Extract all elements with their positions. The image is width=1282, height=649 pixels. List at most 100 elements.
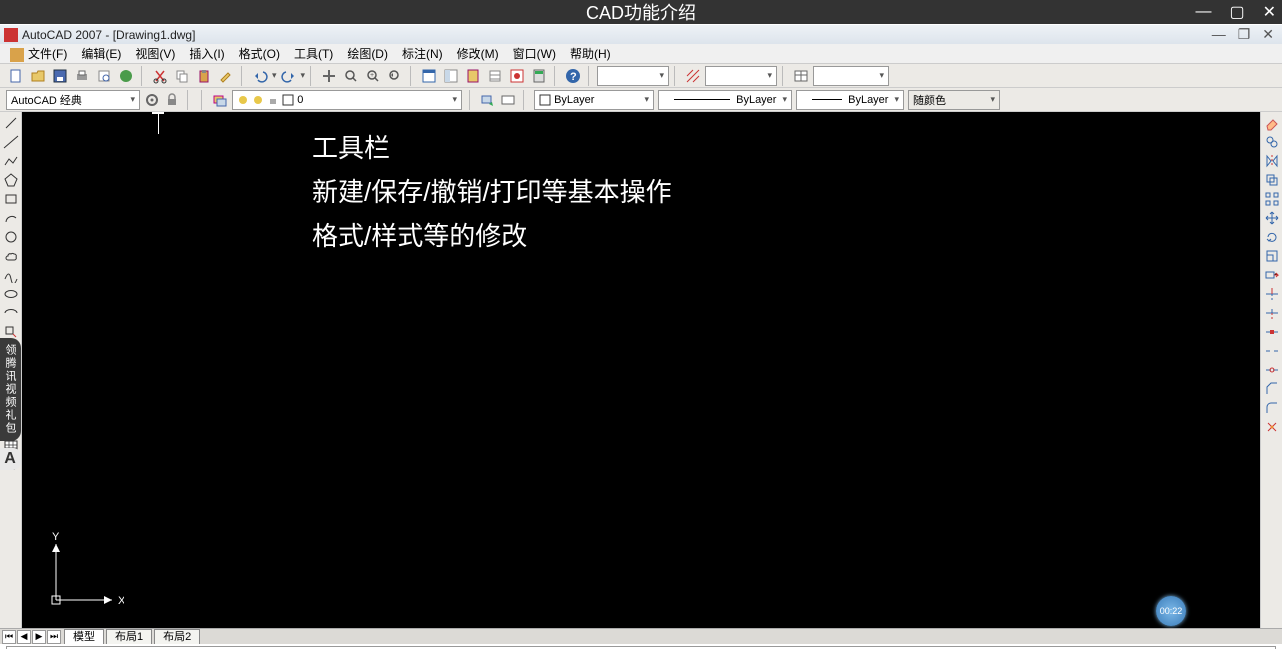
save-button[interactable] — [50, 66, 70, 86]
tab-nav-last[interactable]: ⏭ — [47, 630, 61, 644]
workspace-dropdown[interactable]: AutoCAD 经典 ▾ — [6, 90, 140, 110]
break-tool[interactable] — [1263, 342, 1281, 360]
menu-edit[interactable]: 编辑(E) — [75, 44, 127, 63]
menu-tools[interactable]: 工具(T) — [288, 44, 339, 63]
tab-nav-next[interactable]: ▶ — [32, 630, 46, 644]
tab-layout2[interactable]: 布局2 — [154, 629, 200, 644]
doc-restore-button[interactable]: ❐ — [1238, 26, 1251, 43]
style-dropdown-3[interactable]: ▾ — [813, 66, 889, 86]
revision-cloud-tool[interactable] — [2, 247, 20, 265]
lineweight-value: ByLayer — [848, 94, 888, 106]
publish-button[interactable] — [116, 66, 136, 86]
undo-button[interactable] — [250, 66, 270, 86]
doc-minimize-button[interactable]: — — [1212, 26, 1226, 43]
style-dropdown-1[interactable]: ▾ — [597, 66, 669, 86]
explode-tool[interactable] — [1263, 418, 1281, 436]
paste-button[interactable] — [194, 66, 214, 86]
lineweight-dropdown[interactable]: ByLayer ▾ — [796, 90, 904, 110]
undo-dropdown[interactable]: ▾ — [272, 70, 277, 81]
overlay-maximize-button[interactable]: ▢ — [1229, 2, 1244, 22]
linetype-dropdown[interactable]: ByLayer ▾ — [658, 90, 792, 110]
menu-file[interactable]: 文件(F) — [22, 44, 73, 63]
array-tool[interactable] — [1263, 190, 1281, 208]
help-button[interactable]: ? — [563, 66, 583, 86]
rectangle-tool[interactable] — [2, 190, 20, 208]
drawing-canvas[interactable]: 工具栏 新建/保存/撤销/打印等基本操作 格式/样式等的修改 Y X 00:22 — [22, 112, 1260, 628]
fillet-tool[interactable] — [1263, 399, 1281, 417]
menu-window[interactable]: 窗口(W) — [507, 44, 562, 63]
scale-tool[interactable] — [1263, 247, 1281, 265]
promo-side-badge[interactable]: 领腾讯视频礼包 — [0, 338, 21, 441]
copy-tool[interactable] — [1263, 133, 1281, 151]
spline-tool[interactable] — [2, 266, 20, 284]
text-style-side-badge[interactable]: A — [0, 448, 21, 470]
layer-states-button[interactable] — [500, 92, 516, 108]
overlay-close-button[interactable]: ✕ — [1263, 2, 1276, 22]
circle-tool[interactable] — [2, 228, 20, 246]
table-style-button[interactable] — [791, 66, 811, 86]
new-button[interactable] — [6, 66, 26, 86]
plotstyle-dropdown[interactable]: 随颜色 ▾ — [908, 90, 1000, 110]
redo-dropdown[interactable]: ▾ — [301, 70, 306, 81]
tab-model[interactable]: 模型 — [64, 629, 104, 644]
match-properties-button[interactable] — [216, 66, 236, 86]
ellipse-tool[interactable] — [2, 285, 20, 303]
redo-button[interactable] — [279, 66, 299, 86]
break-at-point-tool[interactable] — [1263, 323, 1281, 341]
style-dropdown-2[interactable]: ▾ — [705, 66, 777, 86]
mirror-tool[interactable] — [1263, 152, 1281, 170]
stretch-tool[interactable] — [1263, 266, 1281, 284]
layer-dropdown[interactable]: 0 ▾ — [232, 90, 462, 110]
arc-tool[interactable] — [2, 209, 20, 227]
join-tool[interactable] — [1263, 361, 1281, 379]
color-dropdown[interactable]: ByLayer ▾ — [534, 90, 654, 110]
ellipse-arc-tool[interactable] — [2, 304, 20, 322]
tool-palettes-button[interactable] — [463, 66, 483, 86]
cut-button[interactable] — [150, 66, 170, 86]
chamfer-tool[interactable] — [1263, 380, 1281, 398]
overlay-minimize-button[interactable]: — — [1195, 3, 1211, 21]
line-tool[interactable] — [2, 114, 20, 132]
zoom-previous-button[interactable] — [385, 66, 405, 86]
menu-dimension[interactable]: 标注(N) — [396, 44, 449, 63]
trim-tool[interactable] — [1263, 285, 1281, 303]
erase-tool[interactable] — [1263, 114, 1281, 132]
layer-properties-button[interactable] — [212, 92, 228, 108]
menu-format[interactable]: 格式(O) — [233, 44, 286, 63]
tab-layout1[interactable]: 布局1 — [106, 629, 152, 644]
construction-line-tool[interactable] — [2, 133, 20, 151]
offset-tool[interactable] — [1263, 171, 1281, 189]
polyline-tool[interactable] — [2, 152, 20, 170]
designcenter-button[interactable] — [441, 66, 461, 86]
color-swatch-icon — [539, 94, 551, 106]
menu-draw[interactable]: 绘图(D) — [341, 44, 394, 63]
print-preview-button[interactable] — [94, 66, 114, 86]
workspace-lock-button[interactable] — [164, 92, 180, 108]
sheet-set-button[interactable] — [485, 66, 505, 86]
layer-previous-button[interactable] — [480, 92, 496, 108]
quick-calc-button[interactable] — [529, 66, 549, 86]
video-title: CAD功能介绍 — [586, 0, 696, 25]
tab-nav-prev[interactable]: ◀ — [17, 630, 31, 644]
move-tool[interactable] — [1263, 209, 1281, 227]
pan-button[interactable] — [319, 66, 339, 86]
workspace-settings-button[interactable] — [144, 92, 160, 108]
properties-button[interactable] — [419, 66, 439, 86]
menubar-icon — [4, 47, 18, 61]
extend-tool[interactable] — [1263, 304, 1281, 322]
rotate-tool[interactable] — [1263, 228, 1281, 246]
zoom-realtime-button[interactable] — [341, 66, 361, 86]
polygon-tool[interactable] — [2, 171, 20, 189]
menu-modify[interactable]: 修改(M) — [451, 44, 505, 63]
menu-insert[interactable]: 插入(I) — [183, 44, 230, 63]
print-button[interactable] — [72, 66, 92, 86]
menu-help[interactable]: 帮助(H) — [564, 44, 617, 63]
hatch-icon[interactable] — [683, 66, 703, 86]
copy-button[interactable] — [172, 66, 192, 86]
markup-button[interactable] — [507, 66, 527, 86]
open-button[interactable] — [28, 66, 48, 86]
doc-close-button[interactable]: ✕ — [1262, 26, 1274, 43]
tab-nav-first[interactable]: ⏮ — [2, 630, 16, 644]
zoom-window-button[interactable]: + — [363, 66, 383, 86]
menu-view[interactable]: 视图(V) — [129, 44, 181, 63]
